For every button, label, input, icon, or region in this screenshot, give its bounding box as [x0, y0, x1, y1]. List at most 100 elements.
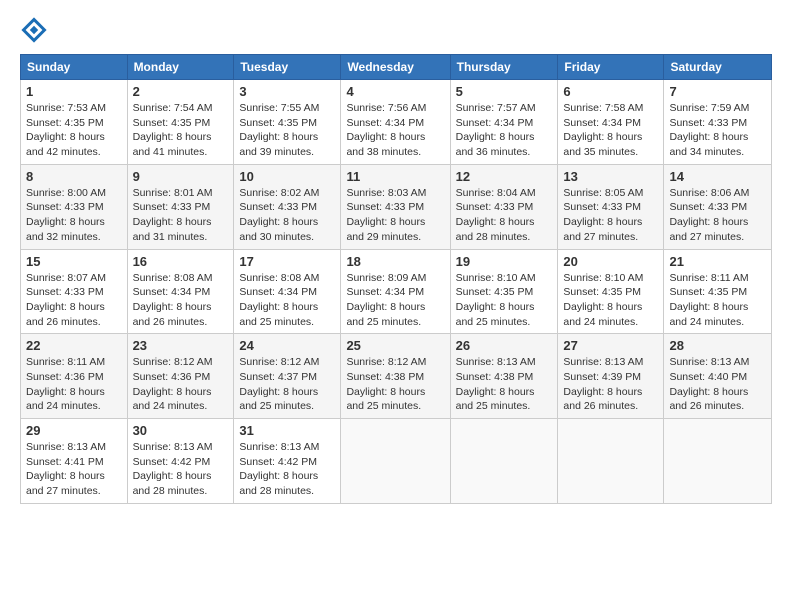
calendar-cell: 8Sunrise: 8:00 AM Sunset: 4:33 PM Daylig… [21, 164, 128, 249]
day-info: Sunrise: 8:12 AM Sunset: 4:38 PM Dayligh… [346, 355, 444, 414]
calendar-cell: 21 Sunrise: 8:11 AM Sunset: 4:35 PM Dayli… [664, 249, 772, 334]
calendar-cell: 9 Sunrise: 8:01 AM Sunset: 4:33 PM Daylig… [127, 164, 234, 249]
day-number: 7 [669, 84, 766, 99]
day-number: 17 [239, 254, 335, 269]
day-info: Sunrise: 8:11 AM Sunset: 4:36 PM Dayligh… [26, 355, 122, 414]
day-number: 9 [133, 169, 229, 184]
calendar-cell: 11Sunrise: 8:03 AM Sunset: 4:33 PM Dayli… [341, 164, 450, 249]
day-number: 13 [563, 169, 658, 184]
calendar-cell: 25Sunrise: 8:12 AM Sunset: 4:38 PM Dayli… [341, 334, 450, 419]
day-number: 22 [26, 338, 122, 353]
day-info: Sunrise: 8:07 AM Sunset: 4:33 PM Dayligh… [26, 271, 122, 330]
day-info: Sunrise: 8:10 AM Sunset: 4:35 PM Dayligh… [563, 271, 658, 330]
day-number: 14 [669, 169, 766, 184]
calendar-cell [558, 419, 664, 504]
calendar-cell: 23 Sunrise: 8:12 AM Sunset: 4:36 PM Dayli… [127, 334, 234, 419]
day-number: 28 [669, 338, 766, 353]
calendar-cell: 2Sunrise: 7:54 AM Sunset: 4:35 PM Daylig… [127, 80, 234, 165]
header-day-sunday: Sunday [21, 55, 128, 80]
calendar-cell: 20 Sunrise: 8:10 AM Sunset: 4:35 PM Dayli… [558, 249, 664, 334]
day-info: Sunrise: 8:13 AM Sunset: 4:39 PM Dayligh… [563, 355, 658, 414]
day-number: 20 [563, 254, 658, 269]
calendar-header: SundayMondayTuesdayWednesdayThursdayFrid… [21, 55, 772, 80]
calendar-cell [450, 419, 558, 504]
day-info: Sunrise: 8:10 AM Sunset: 4:35 PM Dayligh… [456, 271, 553, 330]
day-info: Sunrise: 7:58 AM Sunset: 4:34 PM Dayligh… [563, 101, 658, 160]
header-day-monday: Monday [127, 55, 234, 80]
calendar-body: 1 Sunrise: 7:53 AM Sunset: 4:35 PM Daylig… [21, 80, 772, 504]
day-info: Sunrise: 8:13 AM Sunset: 4:42 PM Dayligh… [239, 440, 335, 499]
header [20, 16, 772, 44]
day-info: Sunrise: 7:54 AM Sunset: 4:35 PM Dayligh… [133, 101, 229, 160]
calendar-cell: 3Sunrise: 7:55 AM Sunset: 4:35 PM Daylig… [234, 80, 341, 165]
header-day-saturday: Saturday [664, 55, 772, 80]
day-info: Sunrise: 7:53 AM Sunset: 4:35 PM Dayligh… [26, 101, 122, 160]
day-number: 23 [133, 338, 229, 353]
day-number: 24 [239, 338, 335, 353]
calendar-cell: 27 Sunrise: 8:13 AM Sunset: 4:39 PM Dayli… [558, 334, 664, 419]
day-number: 11 [346, 169, 444, 184]
calendar-cell: 15 Sunrise: 8:07 AM Sunset: 4:33 PM Dayli… [21, 249, 128, 334]
calendar-cell: 29Sunrise: 8:13 AM Sunset: 4:41 PM Dayli… [21, 419, 128, 504]
week-row-2: 8Sunrise: 8:00 AM Sunset: 4:33 PM Daylig… [21, 164, 772, 249]
day-number: 18 [346, 254, 444, 269]
calendar-cell: 13 Sunrise: 8:05 AM Sunset: 4:33 PM Dayli… [558, 164, 664, 249]
week-row-5: 29Sunrise: 8:13 AM Sunset: 4:41 PM Dayli… [21, 419, 772, 504]
day-info: Sunrise: 8:13 AM Sunset: 4:42 PM Dayligh… [133, 440, 229, 499]
header-day-friday: Friday [558, 55, 664, 80]
week-row-4: 22 Sunrise: 8:11 AM Sunset: 4:36 PM Dayli… [21, 334, 772, 419]
calendar-cell: 17 Sunrise: 8:08 AM Sunset: 4:34 PM Dayli… [234, 249, 341, 334]
day-info: Sunrise: 7:59 AM Sunset: 4:33 PM Dayligh… [669, 101, 766, 160]
calendar-cell: 12Sunrise: 8:04 AM Sunset: 4:33 PM Dayli… [450, 164, 558, 249]
day-number: 4 [346, 84, 444, 99]
calendar-cell: 10 Sunrise: 8:02 AM Sunset: 4:33 PM Dayli… [234, 164, 341, 249]
logo [20, 16, 52, 44]
day-info: Sunrise: 8:13 AM Sunset: 4:41 PM Dayligh… [26, 440, 122, 499]
day-number: 5 [456, 84, 553, 99]
day-info: Sunrise: 8:05 AM Sunset: 4:33 PM Dayligh… [563, 186, 658, 245]
calendar-cell: 14 Sunrise: 8:06 AM Sunset: 4:33 PM Dayli… [664, 164, 772, 249]
week-row-3: 15 Sunrise: 8:07 AM Sunset: 4:33 PM Dayli… [21, 249, 772, 334]
calendar-cell: 18 Sunrise: 8:09 AM Sunset: 4:34 PM Dayli… [341, 249, 450, 334]
day-info: Sunrise: 7:56 AM Sunset: 4:34 PM Dayligh… [346, 101, 444, 160]
header-day-wednesday: Wednesday [341, 55, 450, 80]
day-number: 16 [133, 254, 229, 269]
calendar-cell: 5 Sunrise: 7:57 AM Sunset: 4:34 PM Daylig… [450, 80, 558, 165]
day-info: Sunrise: 8:11 AM Sunset: 4:35 PM Dayligh… [669, 271, 766, 330]
calendar-table: SundayMondayTuesdayWednesdayThursdayFrid… [20, 54, 772, 504]
header-row: SundayMondayTuesdayWednesdayThursdayFrid… [21, 55, 772, 80]
day-number: 27 [563, 338, 658, 353]
day-number: 30 [133, 423, 229, 438]
calendar-cell: 30 Sunrise: 8:13 AM Sunset: 4:42 PM Dayli… [127, 419, 234, 504]
day-number: 15 [26, 254, 122, 269]
day-info: Sunrise: 8:01 AM Sunset: 4:33 PM Dayligh… [133, 186, 229, 245]
header-day-tuesday: Tuesday [234, 55, 341, 80]
day-info: Sunrise: 8:04 AM Sunset: 4:33 PM Dayligh… [456, 186, 553, 245]
calendar-cell: 28Sunrise: 8:13 AM Sunset: 4:40 PM Dayli… [664, 334, 772, 419]
day-info: Sunrise: 8:09 AM Sunset: 4:34 PM Dayligh… [346, 271, 444, 330]
calendar-cell: 26Sunrise: 8:13 AM Sunset: 4:38 PM Dayli… [450, 334, 558, 419]
calendar-cell [664, 419, 772, 504]
week-row-1: 1 Sunrise: 7:53 AM Sunset: 4:35 PM Daylig… [21, 80, 772, 165]
day-info: Sunrise: 7:57 AM Sunset: 4:34 PM Dayligh… [456, 101, 553, 160]
logo-icon [20, 16, 48, 44]
day-info: Sunrise: 8:08 AM Sunset: 4:34 PM Dayligh… [239, 271, 335, 330]
calendar-cell [341, 419, 450, 504]
calendar-cell: 7 Sunrise: 7:59 AM Sunset: 4:33 PM Daylig… [664, 80, 772, 165]
calendar-cell: 1 Sunrise: 7:53 AM Sunset: 4:35 PM Daylig… [21, 80, 128, 165]
day-number: 31 [239, 423, 335, 438]
day-number: 19 [456, 254, 553, 269]
calendar-cell: 16Sunrise: 8:08 AM Sunset: 4:34 PM Dayli… [127, 249, 234, 334]
calendar-cell: 24 Sunrise: 8:12 AM Sunset: 4:37 PM Dayli… [234, 334, 341, 419]
day-number: 10 [239, 169, 335, 184]
calendar-cell: 4 Sunrise: 7:56 AM Sunset: 4:34 PM Daylig… [341, 80, 450, 165]
calendar-cell: 6Sunrise: 7:58 AM Sunset: 4:34 PM Daylig… [558, 80, 664, 165]
day-number: 21 [669, 254, 766, 269]
page: SundayMondayTuesdayWednesdayThursdayFrid… [0, 0, 792, 514]
calendar-cell: 22 Sunrise: 8:11 AM Sunset: 4:36 PM Dayli… [21, 334, 128, 419]
day-info: Sunrise: 8:06 AM Sunset: 4:33 PM Dayligh… [669, 186, 766, 245]
day-info: Sunrise: 8:12 AM Sunset: 4:36 PM Dayligh… [133, 355, 229, 414]
day-info: Sunrise: 8:02 AM Sunset: 4:33 PM Dayligh… [239, 186, 335, 245]
day-number: 1 [26, 84, 122, 99]
day-info: Sunrise: 8:12 AM Sunset: 4:37 PM Dayligh… [239, 355, 335, 414]
